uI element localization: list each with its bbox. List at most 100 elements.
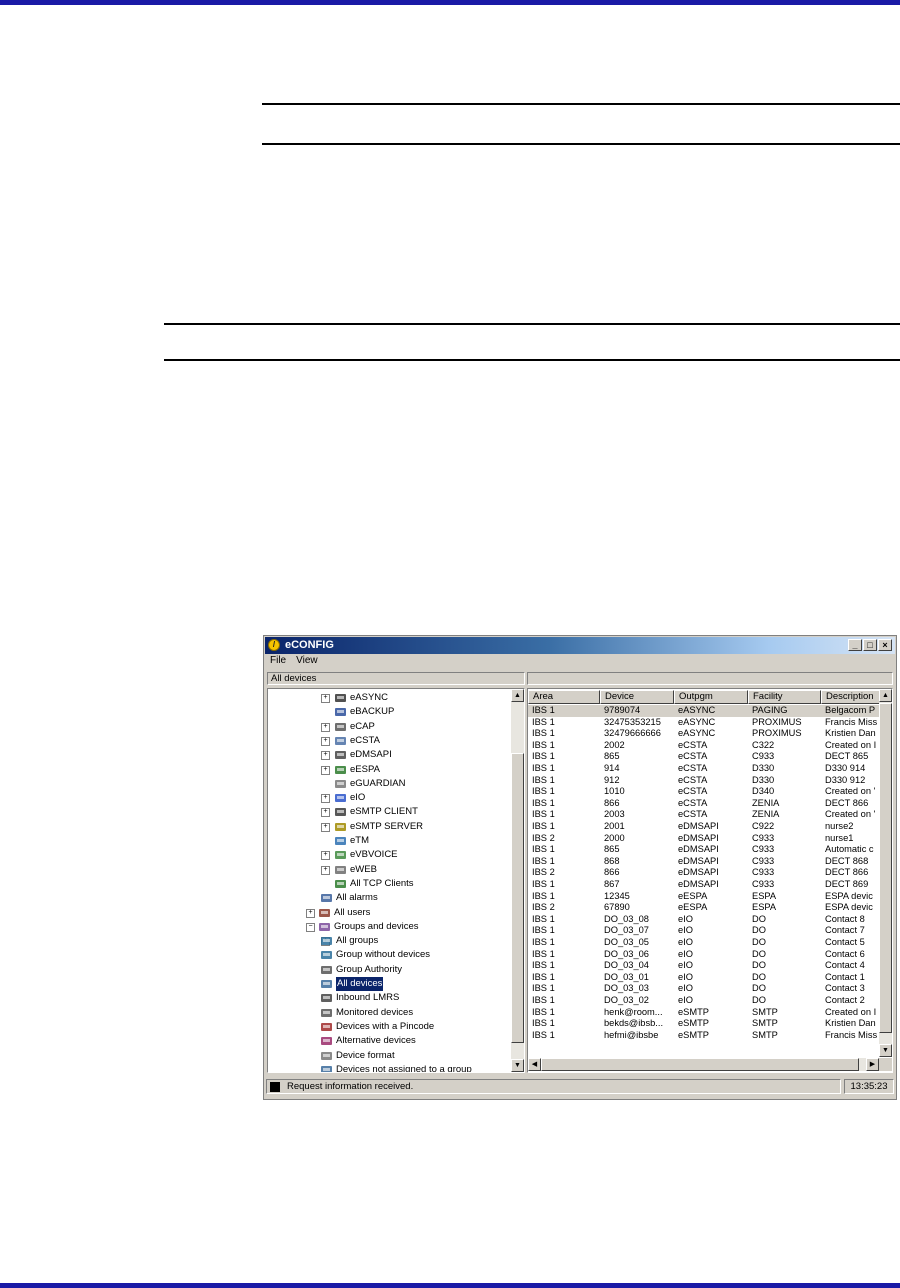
maximize-button[interactable]: □	[863, 639, 877, 651]
title-bar[interactable]: / eCONFIG _ □ ×	[265, 637, 895, 654]
tree-item[interactable]: Inbound LMRS	[268, 991, 508, 1005]
table-row[interactable]: IBS 1 32479666666 eASYNC PROXIMUS Kristien D…	[528, 728, 880, 740]
scroll-up-icon[interactable]: ▲	[511, 689, 524, 702]
tree-item[interactable]: Device format	[268, 1049, 508, 1063]
tree-vertical-scrollbar[interactable]: ▲ ▼	[511, 689, 524, 1072]
table-row[interactable]: IBS 1 DO_03_08 eIO DO Contact 8	[528, 914, 880, 926]
tree-item[interactable]: + eWEB	[268, 863, 508, 877]
expand-icon[interactable]: +	[321, 865, 330, 875]
tree-item[interactable]: + eDMSAPI	[268, 748, 508, 762]
close-button[interactable]: ×	[878, 639, 892, 651]
tree-item[interactable]: Group without devices	[268, 948, 508, 962]
tree-item[interactable]: All alarms	[268, 891, 508, 905]
tree-item[interactable]: eGUARDIAN	[268, 777, 508, 791]
expand-icon[interactable]: +	[321, 794, 330, 804]
tree-item[interactable]: Devices with a Pincode	[268, 1020, 508, 1034]
tree-view[interactable]: + eASYNC eBACKUP + eCAP + eCSTA + eDMSAPI + eESPA e…	[267, 688, 525, 1073]
table-row[interactable]: IBS 1 9789074 eASYNC PAGING Belgacom P	[528, 705, 880, 717]
table-row[interactable]: IBS 1 DO_03_07 eIO DO Contact 7	[528, 925, 880, 937]
table-cell-device: 32479666666	[604, 728, 661, 739]
scroll-down-icon[interactable]: ▼	[511, 1059, 524, 1072]
tree-item[interactable]: Alternative devices	[268, 1034, 508, 1048]
tree-item[interactable]: − Groups and devices	[268, 920, 508, 934]
table-row[interactable]: IBS 1 DO_03_06 eIO DO Contact 6	[528, 949, 880, 961]
tree-item[interactable]: +All groups	[268, 934, 508, 948]
table-row[interactable]: IBS 1 912 eCSTA D330 D330 912	[528, 775, 880, 787]
table-row[interactable]: IBS 2 866 eDMSAPI C933 DECT 866	[528, 867, 880, 879]
expand-icon[interactable]: +	[306, 908, 315, 918]
table-row[interactable]: IBS 1 2002 eCSTA C322 Created on I	[528, 740, 880, 752]
expand-icon[interactable]: +	[321, 751, 330, 761]
tree-item[interactable]: + eASYNC	[268, 691, 508, 705]
pincode-icon	[320, 1021, 333, 1033]
tree-item[interactable]: eTM	[268, 834, 508, 848]
table-row[interactable]: IBS 1 bekds@ibsb... eSMTP SMTP Kristien Dan	[528, 1018, 880, 1030]
minimize-button[interactable]: _	[848, 639, 862, 651]
scroll-corner	[879, 1058, 892, 1071]
table-row[interactable]: IBS 1 914 eCSTA D330 D330 914	[528, 763, 880, 775]
tree-item[interactable]: + eCSTA	[268, 734, 508, 748]
expand-icon[interactable]: +	[321, 822, 330, 832]
menu-view[interactable]: View	[296, 655, 318, 669]
table-row[interactable]: IBS 1 henk@room... eSMTP SMTP Created on I	[528, 1007, 880, 1019]
table-row[interactable]: IBS 1 32475353215 eASYNC PROXIMUS Francis Mi…	[528, 717, 880, 729]
table-row[interactable]: IBS 1 12345 eESPA ESPA ESPA devic	[528, 891, 880, 903]
table-cell-facility: D340	[752, 786, 775, 797]
expand-icon[interactable]: +	[321, 722, 330, 732]
expand-icon[interactable]: +	[321, 808, 330, 818]
table-row[interactable]: IBS 1 865 eCSTA C933 DECT 865	[528, 751, 880, 763]
column-header-device[interactable]: Device	[600, 690, 674, 704]
expand-icon[interactable]: +	[321, 765, 330, 775]
tree-item[interactable]: + eESPA	[268, 763, 508, 777]
tree-item[interactable]: eBACKUP	[268, 705, 508, 719]
scroll-right-icon[interactable]: ▶	[866, 1058, 879, 1071]
table-row[interactable]: IBS 1 DO_03_02 eIO DO Contact 2	[528, 995, 880, 1007]
table-row[interactable]: IBS 1 865 eDMSAPI C933 Automatic c	[528, 844, 880, 856]
table-row[interactable]: IBS 1 2001 eDMSAPI C922 nurse2	[528, 821, 880, 833]
tree-item-label: All alarms	[336, 892, 378, 904]
scroll-left-icon[interactable]: ◀	[528, 1058, 541, 1071]
scroll-thumb[interactable]	[879, 703, 892, 1033]
tree-item[interactable]: + eVBVOICE	[268, 848, 508, 862]
scroll-down-icon[interactable]: ▼	[879, 1044, 892, 1057]
table-cell-outpgm: eASYNC	[678, 716, 716, 727]
column-header-outpgm[interactable]: Outpgm	[674, 690, 748, 704]
table-cell-area: IBS 1	[532, 937, 555, 947]
table-row[interactable]: IBS 1 867 eDMSAPI C933 DECT 869	[528, 879, 880, 891]
scroll-thumb[interactable]	[511, 753, 524, 1043]
tree-item[interactable]: + eIO	[268, 791, 508, 805]
table-row[interactable]: IBS 1 DO_03_04 eIO DO Contact 4	[528, 960, 880, 972]
tree-item[interactable]: All TCP Clients	[268, 877, 508, 891]
list-horizontal-scrollbar[interactable]: ◀ ▶	[528, 1058, 879, 1071]
table-row[interactable]: IBS 1 866 eCSTA ZENIA DECT 866	[528, 798, 880, 810]
tree-item[interactable]: All devices	[268, 977, 508, 991]
table-row[interactable]: IBS 1 2003 eCSTA ZENIA Created on '	[528, 809, 880, 821]
collapse-icon[interactable]: −	[306, 922, 315, 932]
table-row[interactable]: IBS 1 DO_03_03 eIO DO Contact 3	[528, 983, 880, 995]
table-cell-device: 2000	[604, 832, 625, 843]
device-list[interactable]: Area Device Outpgm Facility Description IBS 1…	[527, 688, 893, 1073]
tree-item[interactable]: + eSMTP SERVER	[268, 820, 508, 834]
tree-item[interactable]: Group Authority	[268, 963, 508, 977]
table-row[interactable]: IBS 1 868 eDMSAPI C933 DECT 868	[528, 856, 880, 868]
tree-item[interactable]: Monitored devices	[268, 1006, 508, 1020]
table-row[interactable]: IBS 2 2000 eDMSAPI C933 nurse1	[528, 833, 880, 845]
table-row[interactable]: IBS 1 hefmi@ibsbe eSMTP SMTP Francis Miss	[528, 1030, 880, 1042]
list-vertical-scrollbar[interactable]: ▲ ▼	[879, 689, 892, 1057]
scroll-thumb-horizontal[interactable]	[541, 1058, 859, 1071]
tree-item[interactable]: + All users	[268, 906, 508, 920]
expand-icon[interactable]: +	[321, 694, 330, 703]
table-row[interactable]: IBS 1 1010 eCSTA D340 Created on '	[528, 786, 880, 798]
expand-icon[interactable]: +	[321, 851, 330, 861]
scroll-up-icon[interactable]: ▲	[879, 689, 892, 702]
menu-file[interactable]: File	[270, 655, 286, 669]
tree-item[interactable]: + eCAP	[268, 720, 508, 734]
table-row[interactable]: IBS 2 67890 eESPA ESPA ESPA devic	[528, 902, 880, 914]
column-header-facility[interactable]: Facility	[748, 690, 821, 704]
column-header-area[interactable]: Area	[528, 690, 600, 704]
table-row[interactable]: IBS 1 DO_03_01 eIO DO Contact 1	[528, 972, 880, 984]
tree-item[interactable]: Devices not assigned to a group	[268, 1063, 508, 1072]
tree-item[interactable]: + eSMTP CLIENT	[268, 805, 508, 819]
table-row[interactable]: IBS 1 DO_03_05 eIO DO Contact 5	[528, 937, 880, 949]
expand-icon[interactable]: +	[321, 736, 330, 746]
